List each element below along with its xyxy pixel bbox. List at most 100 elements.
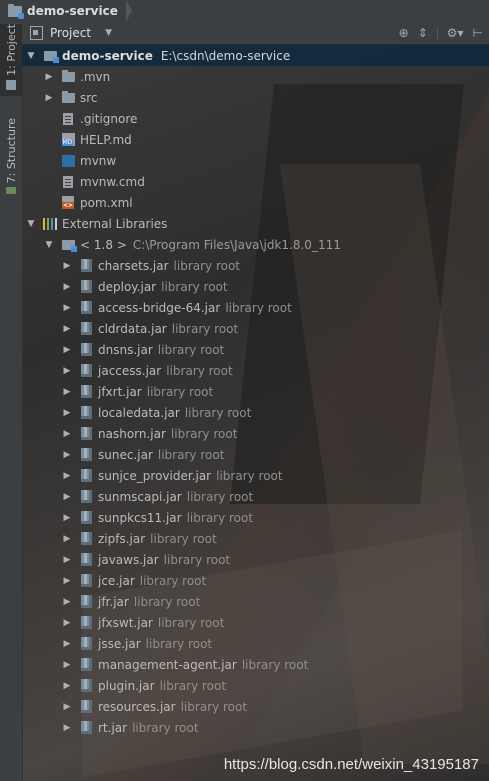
library-jar-row[interactable]: ▶ management-agent.jar library root: [22, 654, 489, 675]
library-jar-row[interactable]: ▶ sunpkcs11.jar library root: [22, 507, 489, 528]
jar-icon: [79, 532, 93, 546]
tab-project-label: 1: Project: [4, 24, 18, 76]
expand-right-icon[interactable]: ▶: [62, 261, 72, 271]
jar-name: plugin.jar: [98, 678, 155, 693]
module-folder-icon: [43, 49, 59, 63]
markdown-file-icon: [61, 133, 75, 147]
expand-right-icon[interactable]: ▶: [62, 576, 72, 586]
expand-right-icon[interactable]: ▶: [62, 513, 72, 523]
tree-item-label: mvnw: [80, 153, 117, 168]
expand-right-icon[interactable]: ▶: [62, 303, 72, 313]
expand-down-icon[interactable]: ▼: [44, 240, 54, 250]
expand-right-icon[interactable]: ▶: [62, 471, 72, 481]
expand-right-icon[interactable]: ▶: [62, 639, 72, 649]
expand-right-icon[interactable]: ▶: [62, 324, 72, 334]
jar-name: access-bridge-64.jar: [98, 300, 221, 315]
tree-item[interactable]: ▶.gitignore: [22, 108, 489, 129]
library-jar-row[interactable]: ▶ charsets.jar library root: [22, 255, 489, 276]
library-jar-row[interactable]: ▶ plugin.jar library root: [22, 675, 489, 696]
expand-right-icon[interactable]: ▶: [62, 450, 72, 460]
jar-name: nashorn.jar: [98, 426, 166, 441]
jar-icon: [79, 364, 93, 378]
external-libraries-row[interactable]: ▼ External Libraries: [22, 213, 489, 234]
expand-down-icon[interactable]: ▼: [26, 51, 36, 61]
expand-down-icon[interactable]: ▼: [26, 219, 36, 229]
library-jar-row[interactable]: ▶ jfxswt.jar library root: [22, 612, 489, 633]
jar-icon: [79, 385, 93, 399]
library-root-label: library root: [139, 573, 207, 588]
expand-right-icon[interactable]: ▶: [62, 408, 72, 418]
tab-structure[interactable]: 7: Structure: [0, 118, 22, 198]
jar-name: zipfs.jar: [98, 531, 146, 546]
tree-item-label: mvnw.cmd: [80, 174, 145, 189]
library-jar-row[interactable]: ▶ zipfs.jar library root: [22, 528, 489, 549]
breadcrumb-project[interactable]: demo-service: [0, 0, 132, 22]
expand-right-icon[interactable]: ▶: [62, 681, 72, 691]
library-jar-row[interactable]: ▶ deploy.jar library root: [22, 276, 489, 297]
navigation-bar: demo-service: [0, 0, 489, 23]
tree-item-label: src: [80, 90, 98, 105]
library-root-label: library root: [186, 489, 254, 504]
collapse-icon[interactable]: ⇕: [418, 26, 428, 40]
view-selector[interactable]: Project ▼: [22, 26, 112, 40]
tab-project[interactable]: 1: Project: [0, 24, 22, 96]
library-jar-row[interactable]: ▶ sunmscapi.jar library root: [22, 486, 489, 507]
library-jar-row[interactable]: ▶ jsse.jar library root: [22, 633, 489, 654]
library-jar-row[interactable]: ▶ jaccess.jar library root: [22, 360, 489, 381]
expand-right-icon[interactable]: ▶: [62, 492, 72, 502]
expand-right-icon[interactable]: ▶: [62, 282, 72, 292]
library-jar-row[interactable]: ▶ sunjce_provider.jar library root: [22, 465, 489, 486]
expand-right-icon[interactable]: ▶: [44, 93, 54, 103]
library-jar-row[interactable]: ▶ jfr.jar library root: [22, 591, 489, 612]
expand-right-icon[interactable]: ▶: [62, 597, 72, 607]
hide-icon[interactable]: ⊢: [473, 26, 483, 40]
gear-icon[interactable]: ⚙▾: [447, 26, 464, 40]
library-jar-row[interactable]: ▶ resources.jar library root: [22, 696, 489, 717]
jar-name: jsse.jar: [98, 636, 141, 651]
library-jar-row[interactable]: ▶ localedata.jar library root: [22, 402, 489, 423]
expand-right-icon[interactable]: ▶: [62, 702, 72, 712]
library-jar-row[interactable]: ▶ jfxrt.jar library root: [22, 381, 489, 402]
library-root-label: library root: [180, 699, 248, 714]
expand-right-icon[interactable]: ▶: [62, 618, 72, 628]
expand-right-icon[interactable]: ▶: [62, 723, 72, 733]
tree-item[interactable]: ▶ .mvn: [22, 66, 489, 87]
library-root-label: library root: [146, 384, 214, 399]
expand-right-icon[interactable]: ▶: [62, 366, 72, 376]
expand-right-icon[interactable]: ▶: [62, 387, 72, 397]
target-icon[interactable]: ⊕: [399, 26, 409, 40]
library-jar-row[interactable]: ▶ javaws.jar library root: [22, 549, 489, 570]
library-root-label: library root: [133, 594, 201, 609]
library-jar-row[interactable]: ▶ nashorn.jar library root: [22, 423, 489, 444]
breadcrumb-label: demo-service: [27, 4, 118, 18]
chevron-down-icon: ▼: [105, 28, 112, 38]
library-jar-row[interactable]: ▶ cldrdata.jar library root: [22, 318, 489, 339]
expand-right-icon[interactable]: ▶: [62, 345, 72, 355]
library-jar-row[interactable]: ▶ jce.jar library root: [22, 570, 489, 591]
library-jar-row[interactable]: ▶ access-bridge-64.jar library root: [22, 297, 489, 318]
jar-icon: [79, 469, 93, 483]
library-jar-row[interactable]: ▶ sunec.jar library root: [22, 444, 489, 465]
tree-item[interactable]: ▶pom.xml: [22, 192, 489, 213]
tab-structure-label: 7: Structure: [4, 118, 18, 184]
tree-item[interactable]: ▶ src: [22, 87, 489, 108]
watermark: https://blog.csdn.net/weixin_43195187: [223, 756, 479, 773]
header-toolbar: ⊕ ⇕ ⚙▾ ⊢: [399, 26, 489, 40]
expand-right-icon[interactable]: ▶: [62, 660, 72, 670]
expand-right-icon[interactable]: ▶: [62, 429, 72, 439]
folder-icon: [61, 90, 75, 105]
tree-root-row[interactable]: ▼ demo-service E:\csdn\demo-service: [22, 45, 489, 66]
library-jar-row[interactable]: ▶ dnsns.jar library root: [22, 339, 489, 360]
tree-item[interactable]: ▶HELP.md: [22, 129, 489, 150]
library-jar-row[interactable]: ▶ rt.jar library root: [22, 717, 489, 738]
library-root-label: library root: [157, 615, 225, 630]
library-root-label: library root: [216, 468, 283, 483]
ide-window: demo-service 1: Project 7: Structure Pro…: [0, 0, 489, 781]
tree-item[interactable]: ▶mvnw.cmd: [22, 171, 489, 192]
expand-right-icon[interactable]: ▶: [44, 72, 54, 82]
jdk-row[interactable]: ▼ < 1.8 > C:\Program Files\Java\jdk1.8.0…: [22, 234, 489, 255]
expand-right-icon[interactable]: ▶: [62, 555, 72, 565]
jar-icon: [79, 574, 93, 588]
tree-item[interactable]: ▶mvnw: [22, 150, 489, 171]
expand-right-icon[interactable]: ▶: [62, 534, 72, 544]
